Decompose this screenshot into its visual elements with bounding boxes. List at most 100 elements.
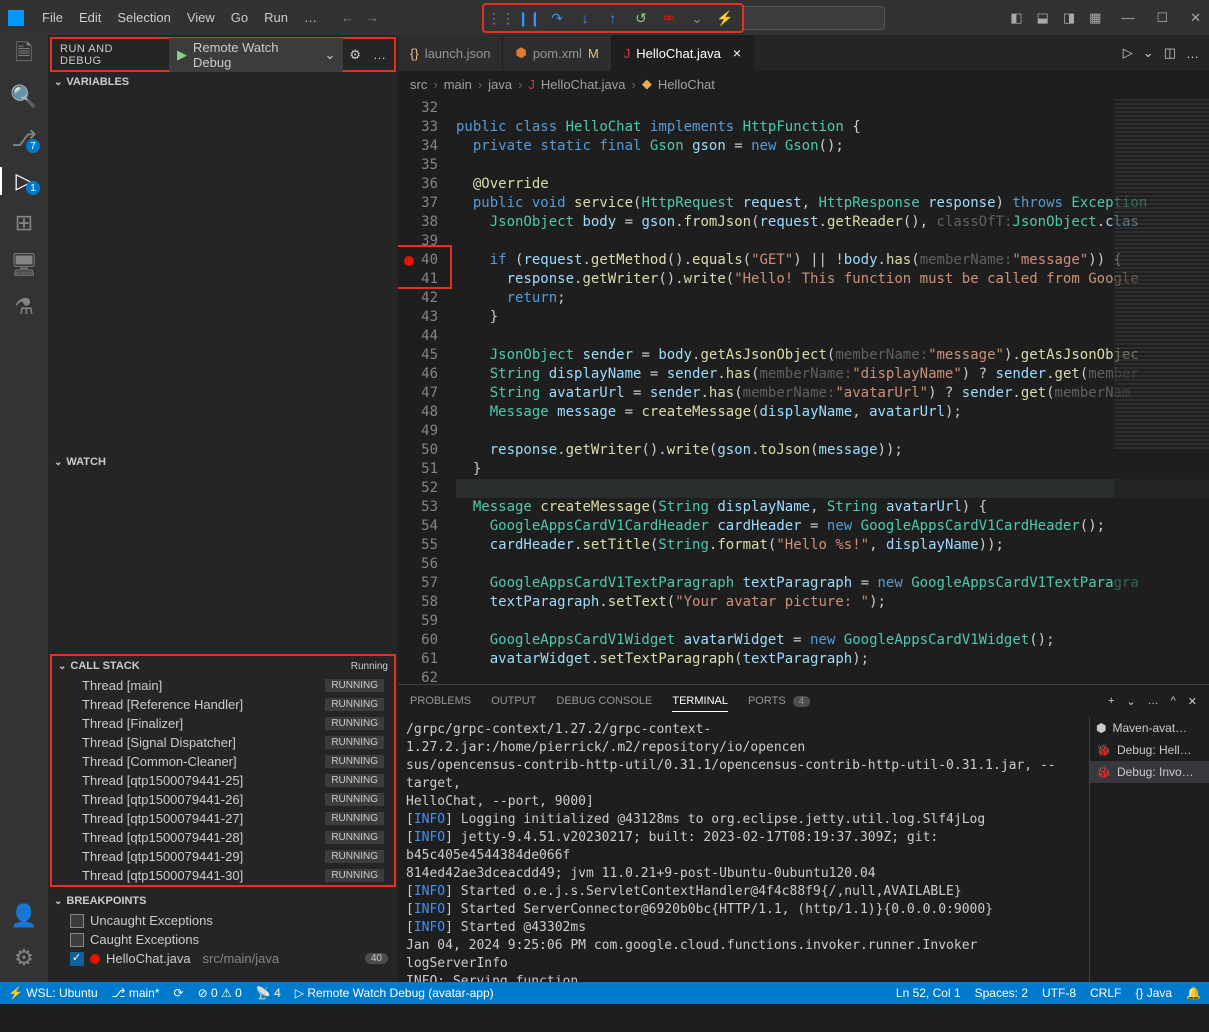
line-number[interactable]: 42 — [398, 289, 438, 308]
debug-pause-button[interactable]: ❙❙ — [520, 9, 538, 27]
line-number[interactable]: 52 — [398, 479, 438, 498]
line-number[interactable]: 37 — [398, 194, 438, 213]
split-editor-icon[interactable]: ◫ — [1164, 45, 1176, 61]
bp-uncaught-row[interactable]: Uncaught Exceptions — [48, 911, 398, 930]
testing-icon[interactable]: ⚗ — [12, 295, 36, 319]
debug-hot-reload-button[interactable]: ⚡ — [716, 9, 734, 27]
line-number[interactable]: 62 — [398, 669, 438, 684]
minimap[interactable] — [1114, 97, 1209, 684]
line-number[interactable]: 41 — [398, 270, 438, 289]
terminal-instance[interactable]: 🐞Debug: Invo… — [1090, 761, 1209, 783]
debug-status[interactable]: ▷ Remote Watch Debug (avatar-app) — [295, 986, 494, 1000]
code-line[interactable]: return; — [456, 289, 1209, 308]
code-line[interactable]: private static final Gson gson = new Gso… — [456, 137, 1209, 156]
line-number[interactable]: 59 — [398, 612, 438, 631]
breadcrumb-item[interactable]: HelloChat — [658, 77, 715, 92]
thread-row[interactable]: Thread [qtp1500079441-26]RUNNING — [52, 790, 394, 809]
menu-go[interactable]: Go — [223, 6, 256, 29]
terminal-instance[interactable]: ⬢Maven-avat… — [1090, 717, 1209, 739]
bp-caught-row[interactable]: Caught Exceptions — [48, 930, 398, 949]
line-number[interactable]: 33 — [398, 118, 438, 137]
breakpoints-section-header[interactable]: ⌄ BREAKPOINTS — [48, 891, 398, 911]
code-line[interactable]: } — [456, 460, 1209, 479]
debug-step-into-button[interactable]: ↓ — [576, 9, 594, 27]
thread-row[interactable]: Thread [qtp1500079441-30]RUNNING — [52, 866, 394, 885]
menu-edit[interactable]: Edit — [71, 6, 109, 29]
code-line[interactable] — [456, 422, 1209, 441]
code-line[interactable] — [456, 555, 1209, 574]
chevron-down-icon[interactable]: ⌄ — [324, 47, 335, 63]
code-line[interactable]: JsonObject sender = body.getAsJsonObject… — [456, 346, 1209, 365]
thread-row[interactable]: Thread [Reference Handler]RUNNING — [52, 695, 394, 714]
line-number[interactable]: 54 — [398, 517, 438, 536]
line-number[interactable]: 49 — [398, 422, 438, 441]
tab-terminal[interactable]: TERMINAL — [672, 691, 728, 712]
code-line[interactable] — [456, 99, 1209, 118]
breadcrumb-item[interactable]: src — [410, 77, 427, 92]
menu-more[interactable]: … — [296, 6, 325, 29]
debug-config-selector[interactable]: ▶ Remote Watch Debug ⌄ — [169, 38, 343, 72]
code-line[interactable]: avatarWidget.setTextParagraph(textParagr… — [456, 650, 1209, 669]
tab-output[interactable]: OUTPUT — [491, 691, 536, 711]
code-line[interactable] — [456, 612, 1209, 631]
run-code-icon[interactable]: ▷ — [1123, 45, 1133, 61]
code-line[interactable]: cardHeader.setTitle(String.format("Hello… — [456, 536, 1209, 555]
notifications-icon[interactable]: 🔔 — [1186, 986, 1201, 1000]
debug-step-out-button[interactable]: ↑ — [604, 9, 622, 27]
thread-row[interactable]: Thread [Common-Cleaner]RUNNING — [52, 752, 394, 771]
new-terminal-icon[interactable]: + — [1108, 695, 1114, 708]
start-debug-icon[interactable]: ▶ — [177, 47, 187, 63]
editor-tab[interactable]: ⬢pom.xmlM — [503, 35, 611, 71]
window-maximize-icon[interactable]: ☐ — [1156, 10, 1168, 26]
code-line[interactable]: response.getWriter().write(gson.toJson(m… — [456, 441, 1209, 460]
layout-primary-side-icon[interactable]: ◧ — [1010, 10, 1022, 26]
line-number[interactable]: 50 — [398, 441, 438, 460]
code-line[interactable]: String displayName = sender.has(memberNa… — [456, 365, 1209, 384]
code-line[interactable]: GoogleAppsCardV1TextParagraph textParagr… — [456, 574, 1209, 593]
chevron-down-icon[interactable]: ⌄ — [1126, 695, 1135, 708]
callstack-header[interactable]: ⌄ CALL STACK Running — [52, 656, 394, 676]
maximize-panel-icon[interactable]: ^ — [1171, 695, 1176, 708]
editor-tab[interactable]: {}launch.json — [398, 35, 503, 71]
breadcrumb-item[interactable]: main — [444, 77, 472, 92]
checkbox[interactable] — [70, 914, 84, 928]
line-number[interactable]: 34 — [398, 137, 438, 156]
eol[interactable]: CRLF — [1090, 986, 1121, 1000]
sync-icon[interactable]: ⟳ — [174, 986, 184, 1000]
remote-explorer-icon[interactable]: 🖥 — [12, 253, 36, 277]
debug-grip-icon[interactable]: ⋮⋮ — [492, 9, 510, 27]
language-mode[interactable]: {} Java — [1135, 986, 1172, 1000]
window-close-icon[interactable]: ✕ — [1190, 10, 1201, 26]
explorer-icon[interactable]: 🗎 — [12, 43, 36, 67]
code-line[interactable]: textParagraph.setText("Your avatar pictu… — [456, 593, 1209, 612]
encoding[interactable]: UTF-8 — [1042, 986, 1076, 1000]
line-number[interactable]: 56 — [398, 555, 438, 574]
menu-view[interactable]: View — [179, 6, 223, 29]
code-line[interactable] — [456, 156, 1209, 175]
close-tab-icon[interactable]: × — [733, 45, 741, 61]
more-actions-icon[interactable]: … — [1148, 695, 1159, 708]
menu-file[interactable]: File — [34, 6, 71, 29]
breadcrumb[interactable]: src›main›java›J HelloChat.java›◆ HelloCh… — [398, 71, 1209, 97]
debug-disconnect-button[interactable]: ⚮ — [660, 9, 678, 27]
line-number[interactable]: 32 — [398, 99, 438, 118]
nav-back-icon[interactable]: ← — [341, 10, 354, 25]
indentation[interactable]: Spaces: 2 — [975, 986, 1028, 1000]
thread-row[interactable]: Thread [qtp1500079441-28]RUNNING — [52, 828, 394, 847]
terminal-instance[interactable]: 🐞Debug: Hell… — [1090, 739, 1209, 761]
cursor-position[interactable]: Ln 52, Col 1 — [896, 986, 961, 1000]
code-line[interactable]: response.getWriter().write("Hello! This … — [456, 270, 1209, 289]
thread-row[interactable]: Thread [main]RUNNING — [52, 676, 394, 695]
breadcrumb-item[interactable]: HelloChat.java — [541, 77, 626, 92]
line-number[interactable]: 60 — [398, 631, 438, 650]
source-control-icon[interactable]: ⎇7 — [12, 127, 36, 151]
code-line[interactable]: JsonObject body = gson.fromJson(request.… — [456, 213, 1209, 232]
editor-tab[interactable]: JHelloChat.java× — [612, 35, 754, 71]
line-number[interactable]: 44 — [398, 327, 438, 346]
code-line[interactable]: Message createMessage(String displayName… — [456, 498, 1209, 517]
terminal-output[interactable]: /grpc/grpc-context/1.27.2/grpc-context-1… — [398, 717, 1089, 982]
accounts-icon[interactable]: 👤 — [12, 904, 36, 928]
more-actions-icon[interactable]: … — [373, 47, 386, 62]
code-line[interactable] — [456, 327, 1209, 346]
configure-gear-icon[interactable]: ⚙ — [349, 47, 361, 63]
